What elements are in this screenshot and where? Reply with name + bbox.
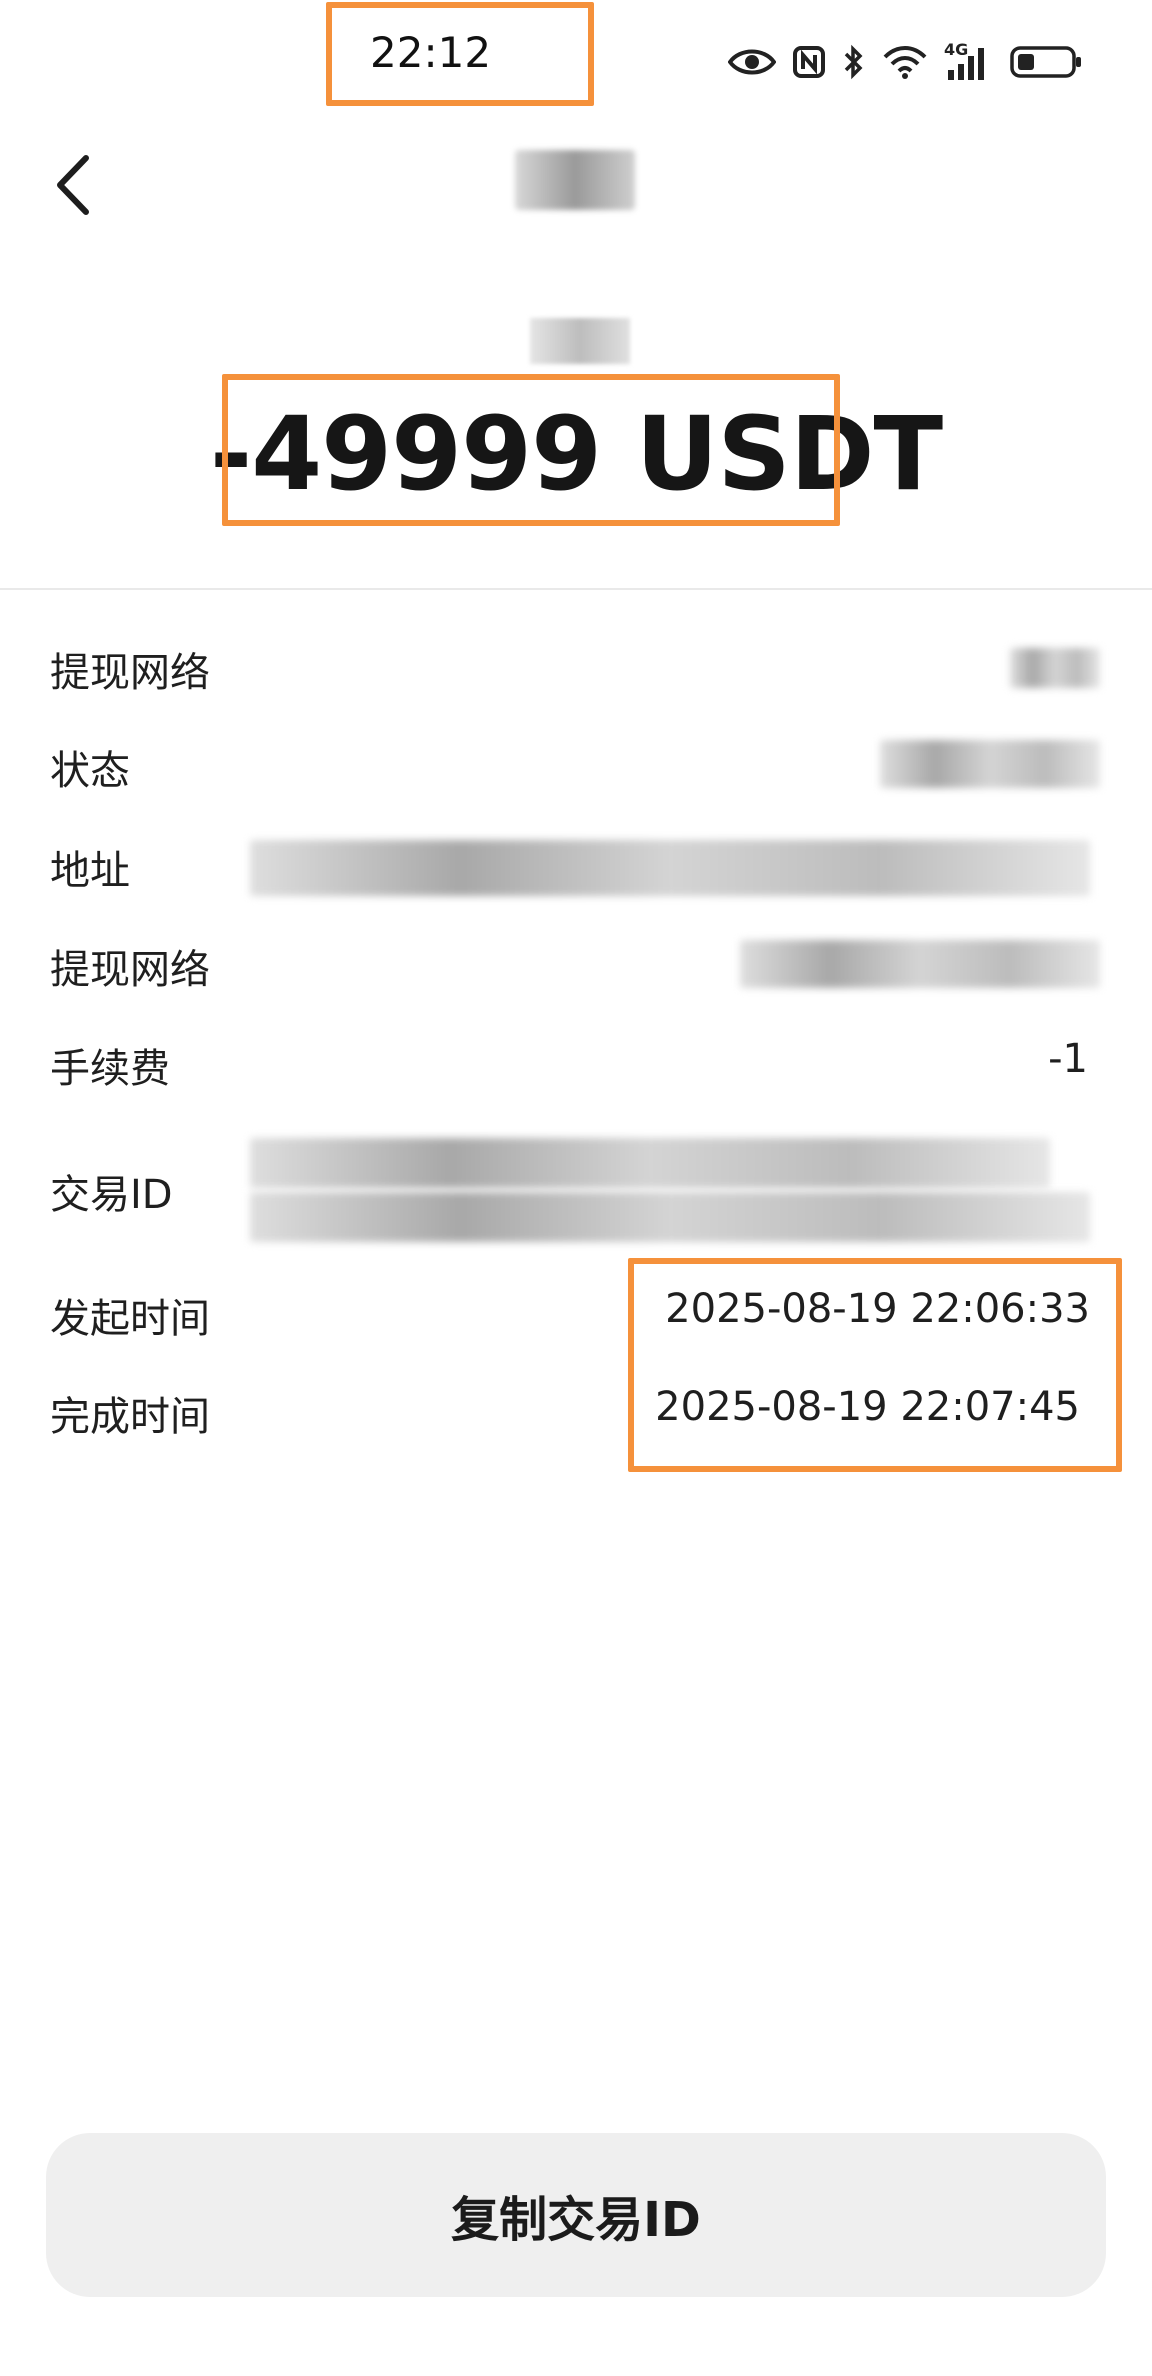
quantity-label-redacted — [530, 318, 630, 364]
signal-4g-icon: 4G — [944, 40, 994, 80]
complete-time-label: 完成时间 — [50, 1394, 210, 1440]
time-highlight-box — [326, 2, 594, 106]
fee-label: 手续费 — [50, 1046, 170, 1092]
address-label: 地址 — [50, 848, 130, 894]
chevron-left-icon[interactable] — [48, 150, 98, 220]
network-value-redacted — [1010, 648, 1100, 688]
copy-txid-button[interactable]: 复制交易ID — [46, 2133, 1106, 2297]
network-label: 提现网络 — [50, 650, 210, 696]
divider — [0, 588, 1152, 590]
start-time-label: 发起时间 — [50, 1296, 210, 1342]
status-icons: 4G — [728, 40, 1082, 80]
status-label: 状态 — [50, 748, 130, 794]
bluetooth-icon — [844, 44, 863, 80]
wifi-icon — [883, 46, 927, 79]
amount-highlight-box — [222, 374, 840, 526]
network-value-2-redacted — [740, 940, 1100, 988]
battery-icon — [1010, 46, 1081, 78]
time-highlight-box-2 — [628, 1258, 1122, 1472]
txid-value-line1-redacted[interactable] — [250, 1138, 1050, 1188]
nfc-icon — [793, 46, 825, 78]
status-value-redacted — [880, 740, 1100, 788]
page-title-redacted — [515, 150, 635, 210]
network-label-2: 提现网络 — [50, 947, 210, 993]
txid-value-line2-redacted[interactable] — [250, 1192, 1090, 1242]
eye-icon — [728, 49, 776, 75]
txid-label: 交易ID — [50, 1172, 173, 1218]
fee-value: -1 — [1048, 1036, 1088, 1082]
address-value-redacted[interactable] — [250, 840, 1090, 896]
